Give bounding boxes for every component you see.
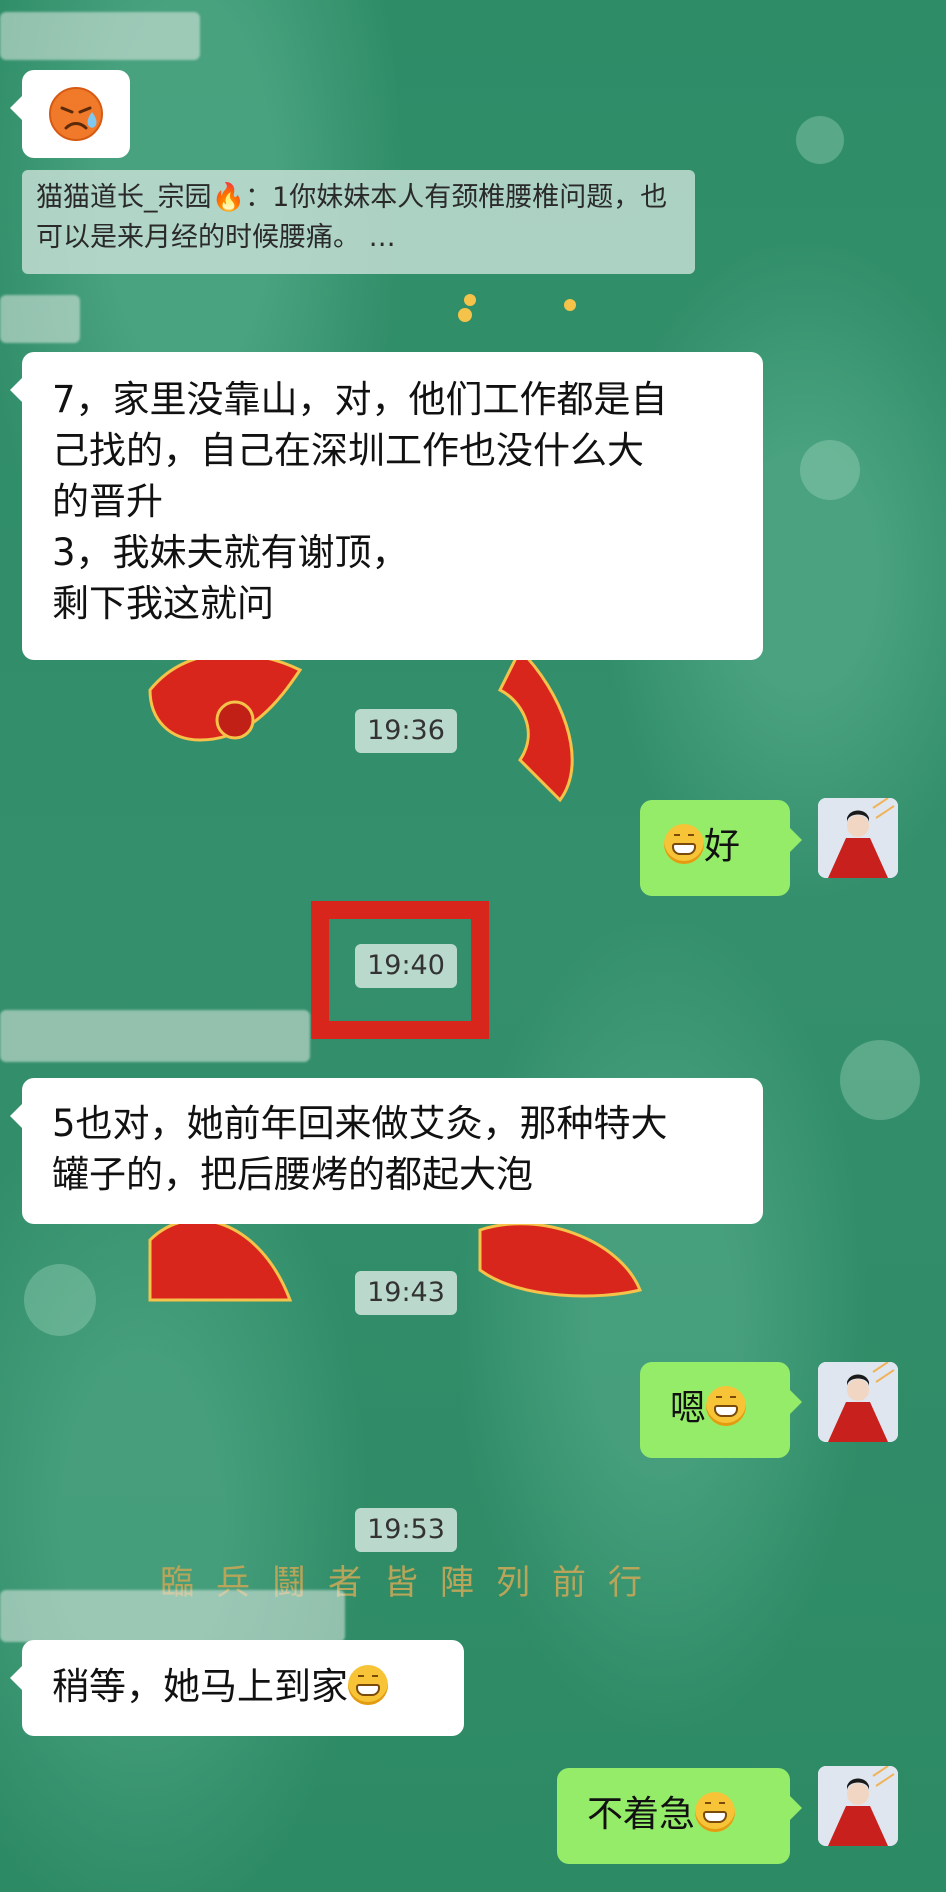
timestamp: 19:36	[355, 709, 457, 753]
avatar[interactable]	[818, 798, 898, 878]
message-bubble-incoming[interactable]: 5也对，她前年回来做艾灸，那种特大 罐子的，把后腰烤的都起大泡	[10, 1078, 763, 1224]
message-text: 嗯	[670, 1388, 707, 1429]
grin-emoji-icon	[348, 1665, 388, 1705]
avatar-icon	[818, 1362, 898, 1442]
message-text: 7，家里没靠山，对，他们工作都是自	[52, 378, 668, 421]
avatar[interactable]	[818, 1766, 898, 1846]
message-text: 己找的，自己在深圳工作也没什么大	[52, 429, 644, 472]
message-bubble-incoming[interactable]	[10, 70, 130, 158]
timestamp: 19:40	[355, 944, 457, 988]
message-bubble-incoming[interactable]: 稍等，她马上到家	[10, 1640, 464, 1736]
message-bubble-outgoing[interactable]: 好	[640, 800, 802, 896]
message-bubble-incoming[interactable]: 7，家里没靠山，对，他们工作都是自 己找的，自己在深圳工作也没什么大 的晋升 3…	[10, 352, 763, 660]
quoted-message-text: 猫猫道长_宗园🔥：1你妹妹本人有颈椎腰椎问题，也可以是来月经的时候腰痛。 …	[36, 182, 668, 253]
grin-emoji-icon	[664, 824, 704, 864]
message-bubble-outgoing[interactable]: 嗯	[640, 1362, 802, 1458]
quoted-message[interactable]: 猫猫道长_宗园🔥：1你妹妹本人有颈椎腰椎问题，也可以是来月经的时候腰痛。 …	[22, 170, 695, 274]
grin-emoji-icon	[695, 1792, 736, 1832]
avatar-icon	[818, 1766, 898, 1846]
grin-emoji-icon	[706, 1386, 747, 1426]
message-text: 3，我妹夫就有谢顶，	[52, 531, 409, 574]
avatar[interactable]	[818, 1362, 898, 1442]
timestamp: 19:43	[355, 1271, 457, 1315]
message-text: 罐子的，把后腰烤的都起大泡	[52, 1153, 533, 1196]
sender-name-redacted	[0, 12, 200, 60]
message-text: 稍等，她马上到家	[52, 1665, 348, 1708]
message-bubble-outgoing[interactable]: 不着急	[557, 1768, 802, 1864]
sender-name-redacted	[0, 1010, 310, 1062]
message-text: 剩下我这就问	[52, 582, 274, 625]
message-text: 的晋升	[52, 480, 163, 523]
message-text: 好	[704, 826, 741, 867]
message-text: 5也对，她前年回来做艾灸，那种特大	[52, 1102, 668, 1145]
message-text: 不着急	[587, 1794, 696, 1835]
sender-name-redacted	[0, 1590, 345, 1642]
sad-sweat-emoji-icon	[49, 87, 103, 141]
avatar-icon	[818, 798, 898, 878]
sender-name-redacted	[0, 295, 80, 343]
timestamp: 19:53	[355, 1508, 457, 1552]
